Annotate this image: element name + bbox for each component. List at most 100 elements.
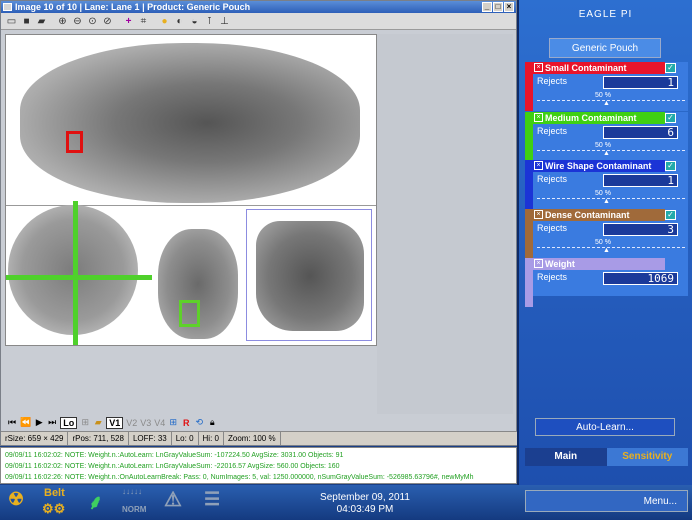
viewer-titlebar: Image 10 of 10 | Lane: Lane 1 | Product:… — [1, 1, 516, 13]
enabled-checkbox[interactable]: ✓ — [665, 113, 676, 123]
rejects-label: Rejects — [537, 174, 568, 184]
sensitivity-percent: 50 % — [595, 142, 611, 149]
sensitivity-color-stripe — [525, 258, 533, 307]
slider-thumb[interactable]: ▲ — [603, 247, 610, 254]
auto-learn-button[interactable]: Auto-Learn... — [535, 418, 675, 436]
xray-image-canvas[interactable] — [5, 34, 377, 346]
disable-icon[interactable]: × — [534, 259, 543, 268]
sensitivity-percent: 50 % — [595, 190, 611, 197]
sensitivity-color-stripe — [525, 112, 533, 161]
conveyor-path-icon[interactable]: ⸙ — [88, 488, 103, 515]
next-image-icon[interactable]: ▶ — [34, 417, 44, 428]
save-icon[interactable]: ■ — [20, 15, 33, 28]
report-icon[interactable]: ☰ — [204, 489, 220, 510]
color-icon[interactable]: ● — [158, 15, 171, 28]
sensitivity-slider[interactable] — [537, 247, 685, 249]
sensitivity-percent: 50 % — [595, 239, 611, 246]
radiation-icon[interactable]: ☢ — [8, 489, 24, 510]
enabled-checkbox[interactable]: ✓ — [665, 63, 676, 73]
refresh-icon[interactable]: ⟲ — [194, 417, 204, 428]
sensitivity-row[interactable]: Weight × Rejects 1069 — [525, 258, 688, 307]
sensitivity-name: Wire Shape Contaminant — [533, 160, 665, 172]
slider-thumb[interactable]: ▲ — [603, 150, 610, 157]
close-button[interactable]: × — [504, 2, 514, 12]
arrows-icon[interactable]: ↓↓↓↓↓ — [122, 487, 142, 496]
belt-label[interactable]: Belt — [44, 487, 65, 499]
app-title: EAGLE PI — [578, 9, 633, 20]
v4-button[interactable]: V4 — [154, 418, 165, 428]
rejects-label: Rejects — [537, 76, 568, 86]
grid-icon[interactable]: ⊞ — [168, 417, 178, 428]
disable-icon[interactable]: × — [534, 63, 543, 72]
medium-contaminant-marker — [179, 300, 200, 327]
sensitivity-row[interactable]: Wire Shape Contaminant × ✓ Rejects 1 50 % ▲ — [525, 160, 688, 209]
lock-icon[interactable]: 🔒︎ — [207, 417, 217, 428]
filter-icon[interactable]: ◒ — [188, 15, 201, 28]
hi-button[interactable]: ⊞ — [80, 417, 90, 428]
sensitivity-name: Dense Contaminant — [533, 209, 665, 221]
rejects-count: 1069 — [603, 272, 678, 285]
sensitivity-name: Medium Contaminant — [533, 112, 665, 124]
crosshair-icon[interactable]: + — [122, 15, 135, 28]
disable-icon[interactable]: × — [534, 113, 543, 122]
status-position: rPos: 711, 528 — [68, 432, 129, 445]
contrast-icon[interactable]: ◐ — [173, 15, 186, 28]
event-log[interactable]: 09/09/11 16:02:02: NOTE: Weight.n.:AutoL… — [0, 447, 517, 484]
sensitivity-percent: 50 % — [595, 92, 611, 99]
measure-icon[interactable]: ⊺ — [203, 15, 216, 28]
minimize-button[interactable]: _ — [482, 2, 492, 12]
sensitivity-slider[interactable] — [537, 198, 685, 200]
sensitivity-row[interactable]: Medium Contaminant × ✓ Rejects 6 50 % ▲ — [525, 112, 688, 161]
rejects-count: 1 — [603, 76, 678, 89]
image-viewer-window: Image 10 of 10 | Lane: Lane 1 | Product:… — [0, 0, 518, 446]
sensitivity-slider[interactable] — [537, 100, 685, 102]
disable-icon[interactable]: × — [534, 161, 543, 170]
viewer-empty-area — [377, 34, 513, 414]
warning-icon[interactable]: ⚠ — [164, 487, 182, 512]
enabled-checkbox[interactable]: ✓ — [665, 210, 676, 220]
product-name[interactable]: Generic Pouch — [549, 38, 661, 58]
sensitivity-row[interactable]: Dense Contaminant × ✓ Rejects 3 50 % ▲ — [525, 209, 688, 258]
slider-thumb[interactable]: ▲ — [603, 100, 610, 107]
status-hi: Hi: 0 — [199, 432, 224, 445]
slider-thumb[interactable]: ▲ — [603, 198, 610, 205]
status-size: rSize: 659 × 429 — [1, 432, 69, 445]
log-line: 09/09/11 16:02:02: NOTE: Weight.n.:AutoL… — [5, 452, 344, 459]
sensitivity-color-stripe — [525, 209, 533, 258]
fit-icon[interactable]: ⌗ — [137, 15, 150, 28]
sensitivity-row[interactable]: Small Contaminant × ✓ Rejects 1 50 % ▲ — [525, 62, 688, 111]
sensitivity-name: Weight — [533, 258, 665, 270]
disable-icon[interactable]: × — [534, 210, 543, 219]
zoom-fit-icon[interactable]: ⊙ — [86, 15, 99, 28]
histogram-icon[interactable]: ⊥ — [218, 15, 231, 28]
v1-button[interactable]: V1 — [106, 416, 124, 429]
rejects-label: Rejects — [537, 272, 568, 282]
crosshair-horizontal — [6, 275, 152, 280]
zoom-actual-icon[interactable]: ⊘ — [101, 15, 114, 28]
viewer-toolbar: ▭ ■ ▰ ⊕ ⊖ ⊙ ⊘ + ⌗ ● ◐ ◒ ⊺ ⊥ — [1, 13, 516, 30]
last-image-icon[interactable]: ⏭ — [47, 417, 57, 428]
first-image-icon[interactable]: ⏮ — [7, 417, 17, 428]
sensitivity-slider[interactable] — [537, 150, 685, 152]
previous-image-icon[interactable]: ⏪ — [20, 417, 31, 428]
v2-button[interactable]: V2 — [126, 418, 137, 428]
open-icon[interactable]: ▭ — [5, 15, 18, 28]
time-text: 04:03:49 PM — [336, 504, 394, 515]
v3-button[interactable]: V3 — [140, 418, 151, 428]
panel-tabs: Main Sensitivity — [525, 448, 688, 466]
reject-button[interactable]: R — [181, 418, 191, 428]
folder-icon[interactable]: ▰ — [35, 15, 48, 28]
status-bar: rSize: 659 × 429 rPos: 711, 528 LOFF: 33… — [1, 431, 518, 445]
zoom-in-icon[interactable]: ⊕ — [56, 15, 69, 28]
lo-button[interactable]: Lo — [60, 416, 78, 429]
sensitivity-panel: EAGLE PI Generic Pouch Small Contaminant… — [517, 0, 692, 512]
tab-sensitivity[interactable]: Sensitivity — [606, 448, 688, 466]
folder-view-icon[interactable]: ▰ — [93, 417, 103, 428]
zoom-out-icon[interactable]: ⊖ — [71, 15, 84, 28]
maximize-button[interactable]: □ — [493, 2, 503, 12]
status-zoom: Zoom: 100 % — [224, 432, 281, 445]
tab-main[interactable]: Main — [525, 448, 607, 466]
belt-icon[interactable]: ⚙⚙ — [42, 501, 65, 517]
menu-button[interactable]: Menu... — [525, 490, 688, 512]
enabled-checkbox[interactable]: ✓ — [665, 161, 676, 171]
